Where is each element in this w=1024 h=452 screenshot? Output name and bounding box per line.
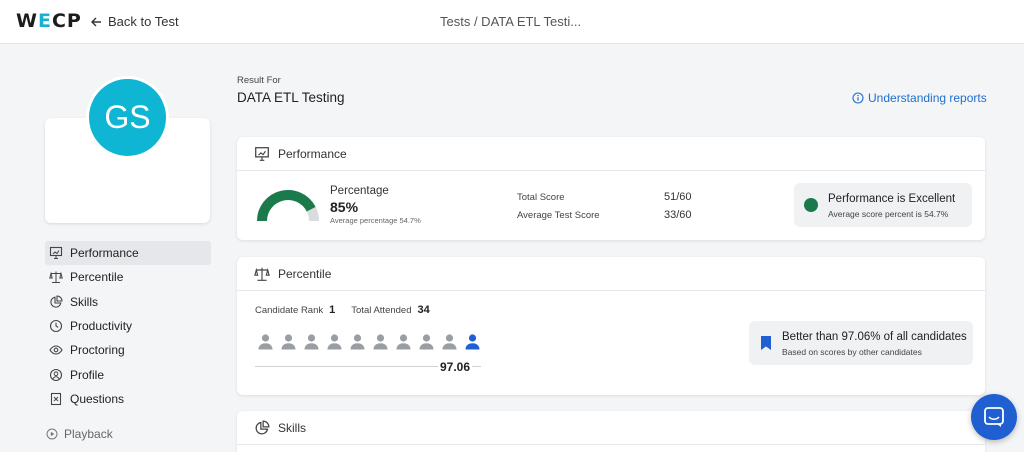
person-icon bbox=[327, 334, 342, 350]
person-icon bbox=[419, 334, 434, 350]
percentage-gauge-fill bbox=[257, 190, 316, 222]
play-circle-icon bbox=[46, 428, 58, 440]
pie-chart-icon bbox=[50, 295, 63, 308]
percentage-gauge bbox=[257, 190, 319, 222]
test-name: DATA ETL Testing bbox=[237, 90, 345, 105]
document-icon bbox=[50, 392, 62, 405]
percentile-card: Percentile Candidate Rank 1 Total Attend… bbox=[237, 257, 985, 395]
avatar: GS bbox=[86, 76, 169, 159]
performance-status-box: Performance is Excellent Average score p… bbox=[794, 183, 972, 227]
performance-status-subtitle: Average score percent is 54.7% bbox=[828, 209, 949, 219]
sidebar-item-productivity[interactable]: Productivity bbox=[45, 314, 211, 338]
total-score-value: 51/60 bbox=[664, 191, 692, 203]
presentation-icon bbox=[49, 247, 63, 260]
sidebar-item-performance[interactable]: Performance bbox=[45, 241, 211, 266]
bookmark-icon bbox=[761, 336, 771, 350]
percentile-value: 97.06 bbox=[438, 360, 473, 374]
understanding-reports-link[interactable]: Understanding reports bbox=[852, 91, 987, 105]
percentage-label: Percentage bbox=[330, 185, 389, 197]
back-to-test-link[interactable]: Back to Test bbox=[90, 14, 179, 29]
performance-card: Performance Percentage 85% Average perce… bbox=[237, 137, 985, 240]
eye-icon bbox=[49, 345, 63, 355]
total-score-label: Total Score bbox=[517, 192, 565, 203]
total-attended-label: Total Attended bbox=[351, 304, 412, 316]
presentation-icon bbox=[255, 146, 269, 161]
sidebar-item-label: Profile bbox=[70, 367, 105, 382]
sidebar-item-label: Percentile bbox=[70, 270, 124, 285]
skills-card: Skills bbox=[237, 411, 985, 452]
sidebar-item-percentile[interactable]: Percentile bbox=[45, 265, 211, 289]
breadcrumb: Tests / DATA ETL Testi... bbox=[440, 14, 582, 29]
arrow-left-icon bbox=[91, 17, 101, 26]
chat-icon bbox=[984, 407, 1004, 427]
clock-icon bbox=[49, 319, 63, 333]
average-test-score-label: Average Test Score bbox=[517, 210, 600, 221]
person-icon bbox=[396, 334, 411, 350]
pie-chart-icon bbox=[255, 420, 270, 434]
percentile-title: Percentile bbox=[278, 266, 332, 281]
status-indicator-dot bbox=[804, 198, 818, 212]
person-icon bbox=[258, 334, 273, 350]
better-than-subtitle: Based on scores by other candidates bbox=[782, 347, 922, 357]
performance-card-header: Performance bbox=[237, 137, 985, 171]
info-icon bbox=[852, 92, 864, 104]
sidebar-item-label: Skills bbox=[70, 294, 99, 309]
wecp-logo[interactable]: WECP bbox=[16, 10, 82, 32]
people-row bbox=[257, 333, 481, 350]
percentile-card-header: Percentile bbox=[237, 257, 985, 291]
playback-button[interactable]: Playback bbox=[46, 427, 113, 441]
sidebar-item-label: Performance bbox=[70, 246, 139, 261]
rank-row: Candidate Rank 1 Total Attended 34 bbox=[255, 304, 440, 316]
person-icon bbox=[442, 334, 457, 350]
candidate-rank-value: 1 bbox=[329, 304, 336, 316]
sidebar-item-skills[interactable]: Skills bbox=[45, 290, 211, 314]
total-attended-value: 34 bbox=[417, 304, 430, 316]
better-than-title: Better than 97.06% of all candidates bbox=[782, 331, 967, 343]
understanding-reports-label: Understanding reports bbox=[868, 91, 987, 105]
sidebar-item-proctoring[interactable]: Proctoring bbox=[45, 338, 211, 362]
sidebar-item-questions[interactable]: Questions bbox=[45, 387, 211, 411]
top-bar: WECP Back to Test Tests / DATA ETL Testi… bbox=[0, 0, 1024, 44]
chat-launcher-button[interactable] bbox=[971, 394, 1017, 440]
performance-title: Performance bbox=[278, 146, 347, 161]
user-icon bbox=[49, 368, 63, 381]
better-than-box: Better than 97.06% of all candidates Bas… bbox=[749, 321, 973, 365]
sidebar-item-label: Proctoring bbox=[70, 343, 125, 358]
result-for-label: Result For bbox=[237, 75, 281, 86]
playback-label: Playback bbox=[64, 427, 113, 441]
sidebar-item-profile[interactable]: Profile bbox=[45, 362, 211, 386]
person-icon bbox=[373, 334, 388, 350]
average-percentage-text: Average percentage 54.7% bbox=[330, 216, 421, 225]
person-icon bbox=[350, 334, 365, 350]
person-icon bbox=[304, 334, 319, 350]
percentage-value: 85% bbox=[330, 199, 359, 215]
candidate-rank-label: Candidate Rank bbox=[255, 304, 324, 316]
skills-title: Skills bbox=[278, 420, 307, 435]
sidebar-nav: Performance Percentile Skills Productivi… bbox=[45, 241, 211, 411]
average-test-score-value: 33/60 bbox=[664, 209, 692, 221]
avatar-initials: GS bbox=[104, 99, 151, 135]
person-icon bbox=[281, 334, 296, 350]
scale-icon bbox=[49, 271, 63, 284]
sidebar-item-label: Questions bbox=[70, 391, 125, 406]
person-icon-candidate bbox=[465, 334, 480, 350]
back-to-test-label: Back to Test bbox=[108, 14, 179, 29]
scale-icon bbox=[254, 267, 270, 281]
sidebar-item-label: Productivity bbox=[70, 319, 133, 334]
skills-card-header: Skills bbox=[237, 411, 985, 445]
performance-status-title: Performance is Excellent bbox=[828, 193, 956, 205]
